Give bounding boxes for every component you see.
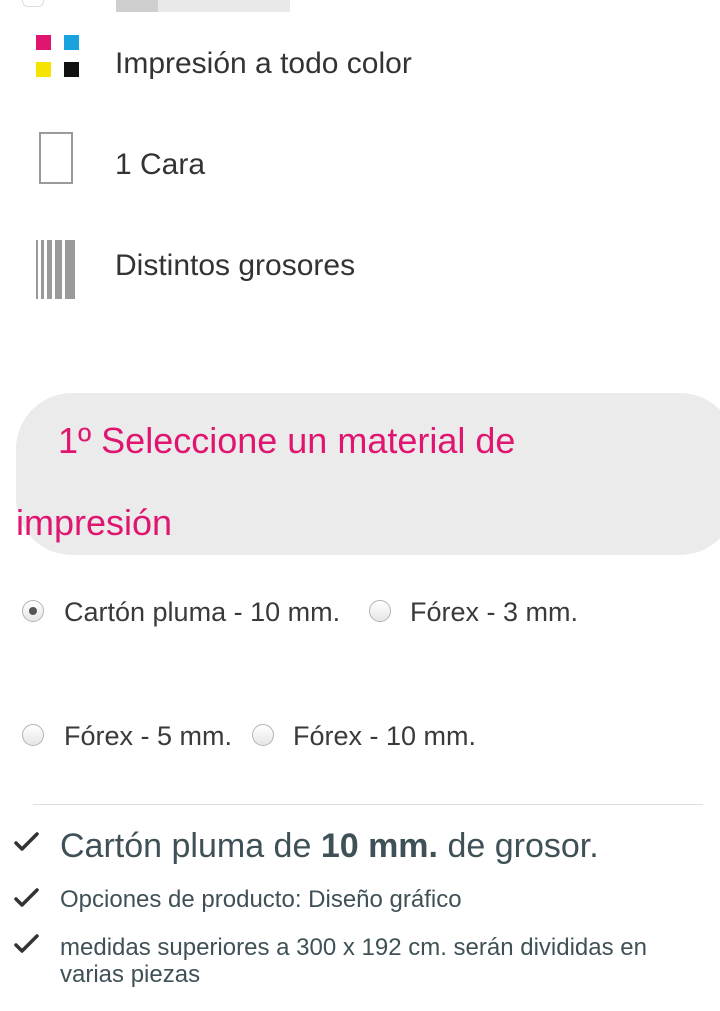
check-icon xyxy=(14,832,39,851)
radio-button[interactable] xyxy=(252,724,274,746)
feature-full-color: Impresión a todo color xyxy=(0,34,720,94)
check-icon xyxy=(14,934,39,953)
material-option-forex-5[interactable]: Fórex - 5 mm. xyxy=(22,716,242,756)
single-side-icon xyxy=(34,132,84,192)
feature-label: Impresión a todo color xyxy=(115,47,412,80)
radio-button[interactable] xyxy=(369,600,391,622)
cropped-image-edge xyxy=(22,0,44,7)
radio-label[interactable]: Fórex - 3 mm. xyxy=(410,592,578,632)
spec-options: Opciones de producto: Diseño gráfico xyxy=(60,886,462,913)
cropped-image-shade xyxy=(116,0,158,12)
divider xyxy=(33,804,703,805)
feature-label: 1 Cara xyxy=(115,148,206,181)
material-option-carton-pluma-10[interactable]: Cartón pluma - 10 mm. xyxy=(22,592,362,632)
feature-label: Distintos grosores xyxy=(115,249,356,282)
radio-button[interactable] xyxy=(22,724,44,746)
material-option-forex-3[interactable]: Fórex - 3 mm. xyxy=(369,592,589,632)
feature-thickness: Distintos grosores xyxy=(0,240,720,300)
radio-label[interactable]: Fórex - 5 mm. xyxy=(64,716,232,756)
spec-sizes: medidas superiores a 300 x 192 cm. serán… xyxy=(60,934,647,988)
feature-single-side: 1 Cara xyxy=(0,132,720,192)
spec-thickness: Cartón pluma de 10 mm. de grosor. xyxy=(60,826,599,866)
spec-thickness-value: 10 mm. xyxy=(320,827,438,865)
thickness-icon xyxy=(34,240,84,300)
radio-label[interactable]: Cartón pluma - 10 mm. xyxy=(64,592,340,632)
radio-button-selected[interactable] xyxy=(22,600,44,622)
material-option-forex-10[interactable]: Fórex - 10 mm. xyxy=(252,716,492,756)
spec-thickness-suffix: de grosor. xyxy=(438,827,599,865)
cmyk-color-icon xyxy=(34,34,84,94)
check-icon xyxy=(14,888,39,907)
section-title: 1º Seleccione un material de impresión xyxy=(16,420,516,543)
spec-thickness-prefix: Cartón pluma de xyxy=(60,827,321,865)
radio-label[interactable]: Fórex - 10 mm. xyxy=(293,716,476,756)
